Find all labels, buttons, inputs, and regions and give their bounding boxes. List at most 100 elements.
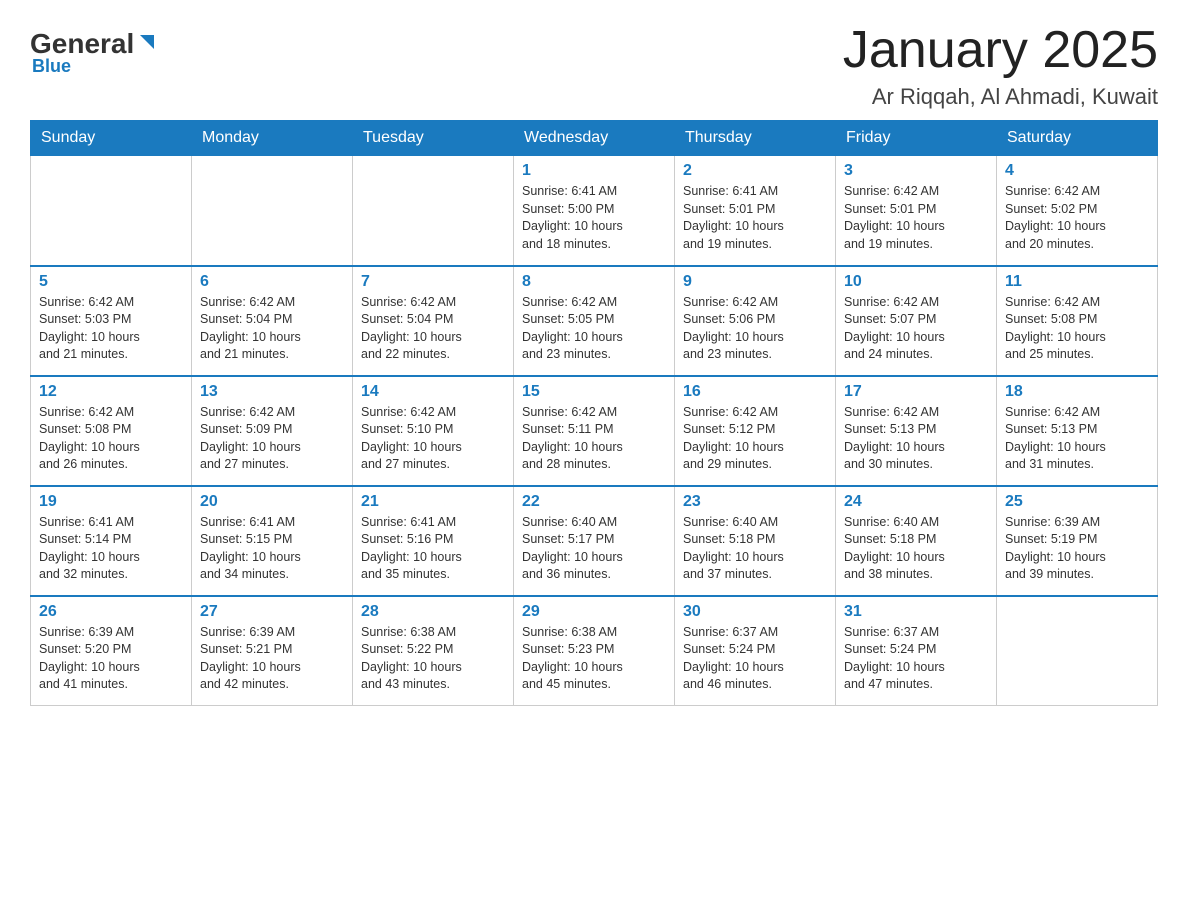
- day-info: Sunrise: 6:42 AM Sunset: 5:12 PM Dayligh…: [683, 404, 827, 474]
- calendar-cell: 13 Sunrise: 6:42 AM Sunset: 5:09 PM Dayli…: [192, 376, 353, 486]
- calendar-cell: [192, 156, 353, 266]
- day-number: 2: [683, 162, 827, 180]
- day-info: Sunrise: 6:42 AM Sunset: 5:13 PM Dayligh…: [1005, 404, 1149, 474]
- day-number: 29: [522, 603, 666, 621]
- day-header-saturday: Saturday: [997, 121, 1158, 156]
- day-number: 17: [844, 383, 988, 401]
- calendar-cell: 17 Sunrise: 6:42 AM Sunset: 5:13 PM Dayli…: [836, 376, 997, 486]
- day-info: Sunrise: 6:41 AM Sunset: 5:00 PM Dayligh…: [522, 183, 666, 253]
- day-number: 14: [361, 383, 505, 401]
- logo-main-text: General: [30, 30, 134, 58]
- logo-arrow-icon: [136, 31, 158, 53]
- day-info: Sunrise: 6:37 AM Sunset: 5:24 PM Dayligh…: [683, 624, 827, 694]
- calendar-cell: 27Sunrise: 6:39 AM Sunset: 5:21 PM Dayli…: [192, 596, 353, 706]
- day-number: 1: [522, 162, 666, 180]
- calendar-cell: [353, 156, 514, 266]
- day-info: Sunrise: 6:41 AM Sunset: 5:14 PM Dayligh…: [39, 514, 183, 584]
- calendar-cell: 12 Sunrise: 6:42 AM Sunset: 5:08 PM Dayli…: [31, 376, 192, 486]
- day-number: 12: [39, 383, 183, 401]
- day-number: 28: [361, 603, 505, 621]
- day-info: Sunrise: 6:42 AM Sunset: 5:10 PM Dayligh…: [361, 404, 505, 474]
- day-header-sunday: Sunday: [31, 121, 192, 156]
- day-number: 15: [522, 383, 666, 401]
- day-info: Sunrise: 6:42 AM Sunset: 5:05 PM Dayligh…: [522, 294, 666, 364]
- calendar-cell: 24 Sunrise: 6:40 AM Sunset: 5:18 PM Dayli…: [836, 486, 997, 596]
- day-number: 9: [683, 273, 827, 291]
- calendar-cell: 21Sunrise: 6:41 AM Sunset: 5:16 PM Dayli…: [353, 486, 514, 596]
- day-number: 27: [200, 603, 344, 621]
- day-info: Sunrise: 6:38 AM Sunset: 5:23 PM Dayligh…: [522, 624, 666, 694]
- day-number: 16: [683, 383, 827, 401]
- day-info: Sunrise: 6:41 AM Sunset: 5:16 PM Dayligh…: [361, 514, 505, 584]
- day-info: Sunrise: 6:39 AM Sunset: 5:19 PM Dayligh…: [1005, 514, 1149, 584]
- day-number: 11: [1005, 273, 1149, 291]
- calendar-cell: 5 Sunrise: 6:42 AM Sunset: 5:03 PM Daylig…: [31, 266, 192, 376]
- calendar-cell: 7Sunrise: 6:42 AM Sunset: 5:04 PM Daylig…: [353, 266, 514, 376]
- page-subtitle: Ar Riqqah, Al Ahmadi, Kuwait: [843, 84, 1158, 110]
- day-info: Sunrise: 6:42 AM Sunset: 5:08 PM Dayligh…: [39, 404, 183, 474]
- day-number: 18: [1005, 383, 1149, 401]
- day-info: Sunrise: 6:40 AM Sunset: 5:18 PM Dayligh…: [683, 514, 827, 584]
- day-info: Sunrise: 6:42 AM Sunset: 5:11 PM Dayligh…: [522, 404, 666, 474]
- calendar-cell: 23Sunrise: 6:40 AM Sunset: 5:18 PM Dayli…: [675, 486, 836, 596]
- calendar-cell: 22 Sunrise: 6:40 AM Sunset: 5:17 PM Dayli…: [514, 486, 675, 596]
- calendar-cell: 31 Sunrise: 6:37 AM Sunset: 5:24 PM Dayli…: [836, 596, 997, 706]
- day-number: 19: [39, 493, 183, 511]
- calendar-cell: 30 Sunrise: 6:37 AM Sunset: 5:24 PM Dayli…: [675, 596, 836, 706]
- day-number: 4: [1005, 162, 1149, 180]
- calendar-cell: 1 Sunrise: 6:41 AM Sunset: 5:00 PM Daylig…: [514, 156, 675, 266]
- day-header-tuesday: Tuesday: [353, 121, 514, 156]
- calendar-week-row: 1 Sunrise: 6:41 AM Sunset: 5:00 PM Daylig…: [31, 156, 1158, 266]
- day-info: Sunrise: 6:40 AM Sunset: 5:18 PM Dayligh…: [844, 514, 988, 584]
- day-info: Sunrise: 6:42 AM Sunset: 5:06 PM Dayligh…: [683, 294, 827, 364]
- calendar-cell: [997, 596, 1158, 706]
- calendar-cell: 3Sunrise: 6:42 AM Sunset: 5:01 PM Daylig…: [836, 156, 997, 266]
- day-number: 8: [522, 273, 666, 291]
- page-title: January 2025: [843, 20, 1158, 80]
- day-number: 24: [844, 493, 988, 511]
- day-number: 13: [200, 383, 344, 401]
- calendar-cell: 16 Sunrise: 6:42 AM Sunset: 5:12 PM Dayli…: [675, 376, 836, 486]
- day-info: Sunrise: 6:42 AM Sunset: 5:08 PM Dayligh…: [1005, 294, 1149, 364]
- calendar-cell: 11 Sunrise: 6:42 AM Sunset: 5:08 PM Dayli…: [997, 266, 1158, 376]
- calendar-cell: 15 Sunrise: 6:42 AM Sunset: 5:11 PM Dayli…: [514, 376, 675, 486]
- day-number: 10: [844, 273, 988, 291]
- day-info: Sunrise: 6:42 AM Sunset: 5:04 PM Dayligh…: [361, 294, 505, 364]
- calendar-table: SundayMondayTuesdayWednesdayThursdayFrid…: [30, 120, 1158, 706]
- calendar-week-row: 5 Sunrise: 6:42 AM Sunset: 5:03 PM Daylig…: [31, 266, 1158, 376]
- logo-sub-text: Blue: [30, 56, 71, 77]
- day-number: 31: [844, 603, 988, 621]
- calendar-cell: 2 Sunrise: 6:41 AM Sunset: 5:01 PM Daylig…: [675, 156, 836, 266]
- day-info: Sunrise: 6:40 AM Sunset: 5:17 PM Dayligh…: [522, 514, 666, 584]
- day-info: Sunrise: 6:38 AM Sunset: 5:22 PM Dayligh…: [361, 624, 505, 694]
- day-header-wednesday: Wednesday: [514, 121, 675, 156]
- calendar-week-row: 12 Sunrise: 6:42 AM Sunset: 5:08 PM Dayli…: [31, 376, 1158, 486]
- day-info: Sunrise: 6:37 AM Sunset: 5:24 PM Dayligh…: [844, 624, 988, 694]
- calendar-cell: [31, 156, 192, 266]
- calendar-cell: 6 Sunrise: 6:42 AM Sunset: 5:04 PM Daylig…: [192, 266, 353, 376]
- day-number: 5: [39, 273, 183, 291]
- page-header: General Blue January 2025 Ar Riqqah, Al …: [30, 20, 1158, 110]
- title-block: January 2025 Ar Riqqah, Al Ahmadi, Kuwai…: [843, 20, 1158, 110]
- day-info: Sunrise: 6:42 AM Sunset: 5:07 PM Dayligh…: [844, 294, 988, 364]
- calendar-cell: 10 Sunrise: 6:42 AM Sunset: 5:07 PM Dayli…: [836, 266, 997, 376]
- day-header-thursday: Thursday: [675, 121, 836, 156]
- day-info: Sunrise: 6:41 AM Sunset: 5:01 PM Dayligh…: [683, 183, 827, 253]
- day-header-friday: Friday: [836, 121, 997, 156]
- day-info: Sunrise: 6:42 AM Sunset: 5:03 PM Dayligh…: [39, 294, 183, 364]
- day-number: 30: [683, 603, 827, 621]
- day-number: 22: [522, 493, 666, 511]
- calendar-cell: 25Sunrise: 6:39 AM Sunset: 5:19 PM Dayli…: [997, 486, 1158, 596]
- calendar-cell: 4Sunrise: 6:42 AM Sunset: 5:02 PM Daylig…: [997, 156, 1158, 266]
- calendar-week-row: 19 Sunrise: 6:41 AM Sunset: 5:14 PM Dayli…: [31, 486, 1158, 596]
- calendar-cell: 19 Sunrise: 6:41 AM Sunset: 5:14 PM Dayli…: [31, 486, 192, 596]
- day-info: Sunrise: 6:41 AM Sunset: 5:15 PM Dayligh…: [200, 514, 344, 584]
- calendar-cell: 26Sunrise: 6:39 AM Sunset: 5:20 PM Dayli…: [31, 596, 192, 706]
- day-info: Sunrise: 6:42 AM Sunset: 5:04 PM Dayligh…: [200, 294, 344, 364]
- day-info: Sunrise: 6:42 AM Sunset: 5:09 PM Dayligh…: [200, 404, 344, 474]
- day-info: Sunrise: 6:42 AM Sunset: 5:13 PM Dayligh…: [844, 404, 988, 474]
- day-number: 6: [200, 273, 344, 291]
- day-number: 3: [844, 162, 988, 180]
- calendar-cell: 9 Sunrise: 6:42 AM Sunset: 5:06 PM Daylig…: [675, 266, 836, 376]
- day-header-monday: Monday: [192, 121, 353, 156]
